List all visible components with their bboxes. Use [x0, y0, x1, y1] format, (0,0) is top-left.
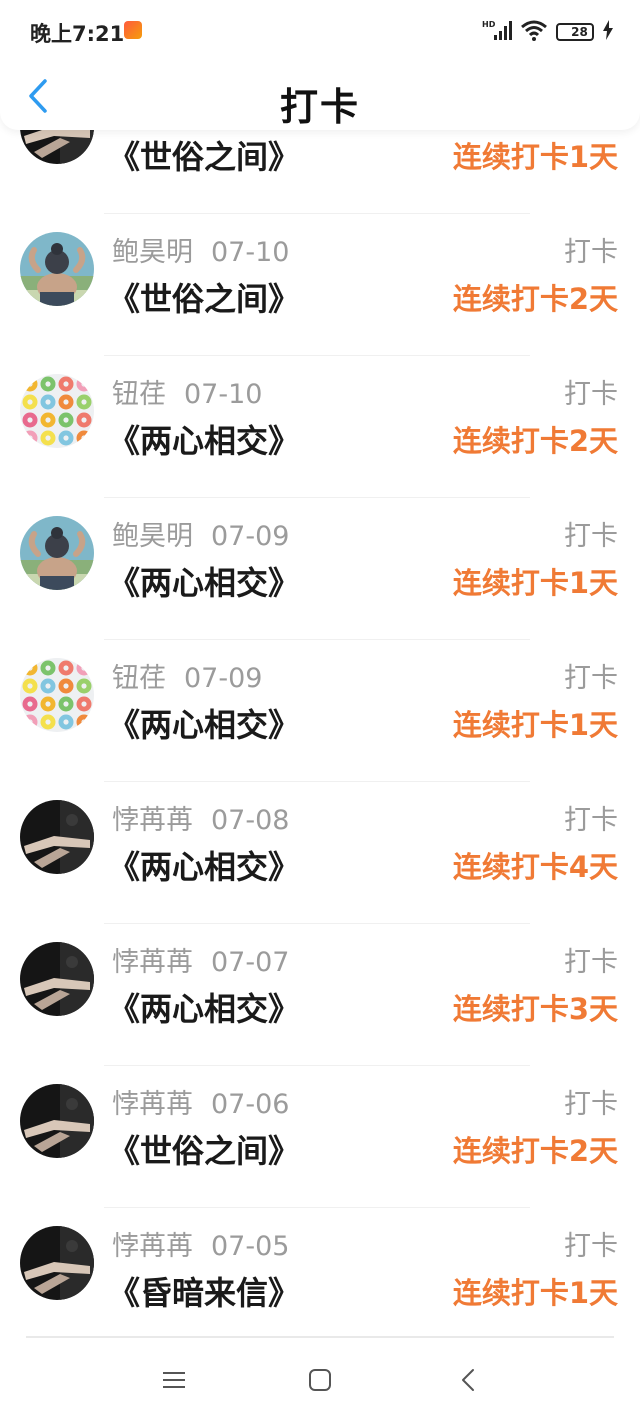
checkin-action-label: 打卡	[564, 663, 618, 694]
user-name: 悖苒苒	[112, 1089, 193, 1120]
streak-label: 连续打卡1天	[452, 140, 618, 174]
streak-label: 连续打卡1天	[452, 566, 618, 600]
nav-divider	[26, 1336, 614, 1338]
checkin-page: 晚上7:21 HD 28 打卡 《世俗之间》 连续打卡1天 鲍昊明 07-10 …	[0, 0, 640, 1422]
back-triangle-icon	[462, 1369, 474, 1391]
list-item[interactable]: 鲍昊明 07-09 打卡《两心相交》 连续打卡1天	[0, 498, 640, 640]
list-item[interactable]: 悖苒苒 07-07 打卡《两心相交》 连续打卡3天	[0, 924, 640, 1066]
checkin-action-label: 打卡	[564, 237, 618, 268]
battery-icon: 28	[556, 23, 594, 41]
wifi-icon	[520, 19, 548, 45]
checkin-meta: 钮荏 07-10	[112, 372, 262, 411]
menu-icon	[163, 1372, 185, 1388]
home-square-icon	[309, 1369, 331, 1391]
list-item[interactable]: 鲍昊明 07-10 打卡《世俗之间》 连续打卡2天	[0, 214, 640, 356]
user-name: 鲍昊明	[112, 237, 193, 268]
checkin-action-label: 打卡	[564, 379, 618, 410]
checkin-date: 07-07	[211, 947, 290, 978]
avatar[interactable]	[20, 516, 94, 590]
book-title[interactable]: 《两心相交》	[108, 842, 300, 888]
checkin-date: 07-10	[184, 379, 263, 410]
streak-label: 连续打卡2天	[452, 1134, 618, 1168]
avatar[interactable]	[20, 374, 94, 448]
checkin-date: 07-05	[211, 1231, 290, 1262]
list-item[interactable]: 悖苒苒 07-08 打卡《两心相交》 连续打卡4天	[0, 782, 640, 924]
status-indicators: HD 28	[482, 18, 614, 46]
user-name: 悖苒苒	[112, 947, 193, 978]
avatar[interactable]	[20, 942, 94, 1016]
list-item[interactable]: 悖苒苒 07-05 打卡《昏暗来信》 连续打卡1天	[0, 1208, 640, 1350]
book-title[interactable]: 《两心相交》	[108, 984, 300, 1030]
header-bar: 打卡	[0, 62, 640, 130]
checkin-action-label: 打卡	[564, 947, 618, 978]
checkin-meta: 悖苒苒 07-07	[112, 940, 289, 979]
checkin-list[interactable]: 《世俗之间》 连续打卡1天 鲍昊明 07-10 打卡 《世俗之间》 连续打卡2天 钮荏 07-1…	[0, 72, 640, 1350]
book-title[interactable]: 《世俗之间》	[108, 132, 300, 178]
system-back-button[interactable]	[450, 1364, 486, 1396]
avatar[interactable]	[20, 1226, 94, 1300]
checkin-date: 07-09	[211, 521, 290, 552]
user-name: 悖苒苒	[112, 805, 193, 836]
book-title[interactable]: 《两心相交》	[108, 416, 300, 462]
checkin-meta: 悖苒苒 07-08	[112, 798, 289, 837]
system-nav-bar	[0, 1336, 640, 1422]
list-item[interactable]: 钮荏 07-10 打卡《两心相交》 连续打卡2天	[0, 356, 640, 498]
book-title[interactable]: 《昏暗来信》	[108, 1268, 300, 1314]
user-name: 钮荏	[112, 663, 166, 694]
app-notification-icon	[124, 21, 142, 39]
checkin-action-label: 打卡	[564, 1089, 618, 1120]
checkin-date: 07-09	[184, 663, 263, 694]
status-time: 晚上7:21	[30, 22, 125, 46]
checkin-meta: 鲍昊明 07-09	[112, 514, 289, 553]
svg-text:HD: HD	[482, 20, 496, 29]
menu-button[interactable]	[156, 1364, 192, 1396]
book-title[interactable]: 《世俗之间》	[108, 274, 300, 320]
user-name: 鲍昊明	[112, 521, 193, 552]
avatar[interactable]	[20, 800, 94, 874]
checkin-date: 07-10	[211, 237, 290, 268]
streak-label: 连续打卡1天	[452, 1276, 618, 1310]
checkin-action-label: 打卡	[564, 521, 618, 552]
checkin-meta: 悖苒苒 07-06	[112, 1082, 289, 1121]
home-button[interactable]	[302, 1364, 338, 1396]
book-title[interactable]: 《世俗之间》	[108, 1126, 300, 1172]
checkin-meta: 钮荏 07-09	[112, 656, 262, 695]
streak-label: 连续打卡3天	[452, 992, 618, 1026]
avatar[interactable]	[20, 1084, 94, 1158]
streak-label: 连续打卡4天	[452, 850, 618, 884]
list-item[interactable]: 钮荏 07-09 打卡《两心相交》 连续打卡1天	[0, 640, 640, 782]
user-name: 钮荏	[112, 379, 166, 410]
streak-label: 连续打卡2天	[452, 282, 618, 316]
page-title: 打卡	[279, 85, 360, 129]
checkin-date: 07-06	[211, 1089, 290, 1120]
checkin-date: 07-08	[211, 805, 290, 836]
avatar[interactable]	[20, 232, 94, 306]
battery-level: 28	[571, 25, 588, 39]
streak-label: 连续打卡1天	[452, 708, 618, 742]
checkin-meta: 鲍昊明 07-10	[112, 230, 289, 269]
user-name: 悖苒苒	[112, 1231, 193, 1262]
checkin-action-label: 打卡	[564, 1231, 618, 1262]
book-title[interactable]: 《两心相交》	[108, 700, 300, 746]
status-bar: 晚上7:21 HD 28	[0, 0, 640, 62]
avatar[interactable]	[20, 658, 94, 732]
book-title[interactable]: 《两心相交》	[108, 558, 300, 604]
checkin-meta: 悖苒苒 07-05	[112, 1224, 289, 1263]
charging-icon	[602, 20, 614, 44]
signal-icon: HD	[482, 19, 512, 45]
streak-label: 连续打卡2天	[452, 424, 618, 458]
list-item[interactable]: 悖苒苒 07-06 打卡《世俗之间》 连续打卡2天	[0, 1066, 640, 1208]
checkin-action-label: 打卡	[564, 805, 618, 836]
